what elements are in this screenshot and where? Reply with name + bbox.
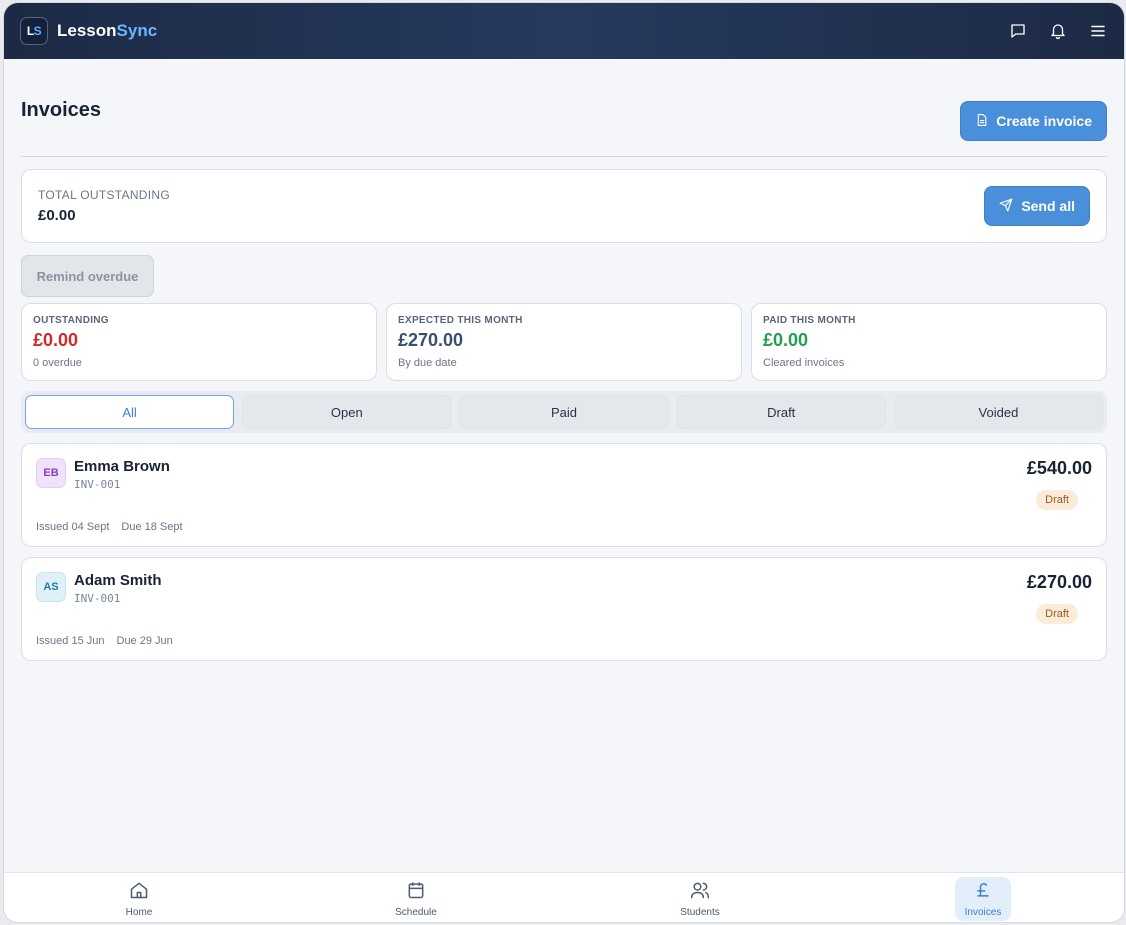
nav-invoices[interactable]: Invoices [955,877,1011,921]
invoice-dates: Issued 04 Sept Due 18 Sept [36,521,183,533]
invoice-issued: Issued 15 Jun [36,635,105,647]
stat-value: £0.00 [33,330,79,350]
brand-main: Lesson [57,21,117,40]
app-window: LS LessonSync Invoices Create invoice TO… [4,3,1124,922]
main-content: Invoices Create invoice TOTAL OUTSTANDIN… [21,59,1107,661]
invoice-number: INV-001 [74,592,121,605]
stat-sub: By due date [398,357,457,369]
stats-row: OUTSTANDING £0.00 0 overdue EXPECTED THI… [21,303,1107,381]
top-bar: LS LessonSync [4,3,1124,59]
invoice-student-name: Adam Smith [74,572,162,589]
nav-home-label: Home [125,907,153,918]
users-icon [690,880,710,905]
home-icon [129,880,149,905]
chat-icon[interactable] [1008,21,1028,41]
bottom-nav: Home Schedule Students Invoices [4,872,1124,922]
logo-letter-l: L [26,24,34,38]
create-invoice-button[interactable]: Create invoice [960,101,1107,141]
stat-sub: Cleared invoices [763,357,845,369]
pound-icon [973,880,993,905]
total-outstanding-card: TOTAL OUTSTANDING £0.00 Send all [21,169,1107,243]
status-badge: Draft [1036,490,1078,510]
nav-invoices-label: Invoices [964,907,1002,918]
tab-open[interactable]: Open [242,395,452,429]
document-icon [975,113,988,130]
invoice-number: INV-001 [74,478,121,491]
stat-value: £270.00 [398,330,464,350]
invoice-student-name: Emma Brown [74,458,170,475]
topbar-actions [1008,21,1108,41]
invoice-due: Due 18 Sept [121,521,183,533]
send-all-label: Send all [1021,198,1075,214]
tab-draft[interactable]: Draft [676,395,886,429]
avatar: EB [36,458,66,488]
nav-schedule[interactable]: Schedule [388,877,444,921]
invoice-issued: Issued 04 Sept [36,521,110,533]
invoice-amount: £270.00 [1026,572,1092,592]
tab-all[interactable]: All [25,395,235,429]
stat-label: OUTSTANDING [33,315,109,326]
stat-sub: 0 overdue [33,357,82,369]
total-outstanding-label: TOTAL OUTSTANDING [38,188,170,202]
invoice-dates: Issued 15 Jun Due 29 Jun [36,635,173,647]
invoice-row[interactable]: EB Emma Brown INV-001 Issued 04 Sept Due… [21,443,1107,547]
status-badge: Draft [1036,604,1078,624]
brand-accent: Sync [116,21,158,40]
stat-expected: EXPECTED THIS MONTH £270.00 By due date [386,303,742,381]
invoice-due: Due 29 Jun [116,635,173,647]
nav-schedule-label: Schedule [395,907,437,918]
invoice-amount: £540.00 [1026,458,1092,478]
stat-value: £0.00 [763,330,809,350]
calendar-icon [406,880,426,905]
logo-mark[interactable]: LS [20,17,48,45]
stat-paid: PAID THIS MONTH £0.00 Cleared invoices [751,303,1107,381]
nav-students-label: Students [680,907,720,918]
tab-paid[interactable]: Paid [459,395,669,429]
page-header: Invoices Create invoice [21,59,1107,157]
logo-letter-s: S [33,24,42,38]
remind-overdue-button[interactable]: Remind overdue [21,255,154,297]
nav-students[interactable]: Students [672,877,728,921]
tab-voided[interactable]: Voided [893,395,1104,429]
nav-home[interactable]: Home [111,877,167,921]
send-icon [999,198,1013,215]
send-all-button[interactable]: Send all [984,186,1090,226]
total-outstanding-value: £0.00 [38,207,76,224]
bell-icon[interactable] [1048,21,1068,41]
menu-icon[interactable] [1088,21,1108,41]
create-invoice-label: Create invoice [996,113,1092,129]
brand-name: LessonSync [57,21,157,41]
invoice-row[interactable]: AS Adam Smith INV-001 Issued 15 Jun Due … [21,557,1107,661]
invoice-filter-tabs: All Open Paid Draft Voided [21,391,1107,433]
page-title: Invoices [21,99,102,121]
stat-outstanding: OUTSTANDING £0.00 0 overdue [21,303,377,381]
avatar: AS [36,572,66,602]
stat-label: EXPECTED THIS MONTH [398,315,523,326]
stat-label: PAID THIS MONTH [763,315,856,326]
